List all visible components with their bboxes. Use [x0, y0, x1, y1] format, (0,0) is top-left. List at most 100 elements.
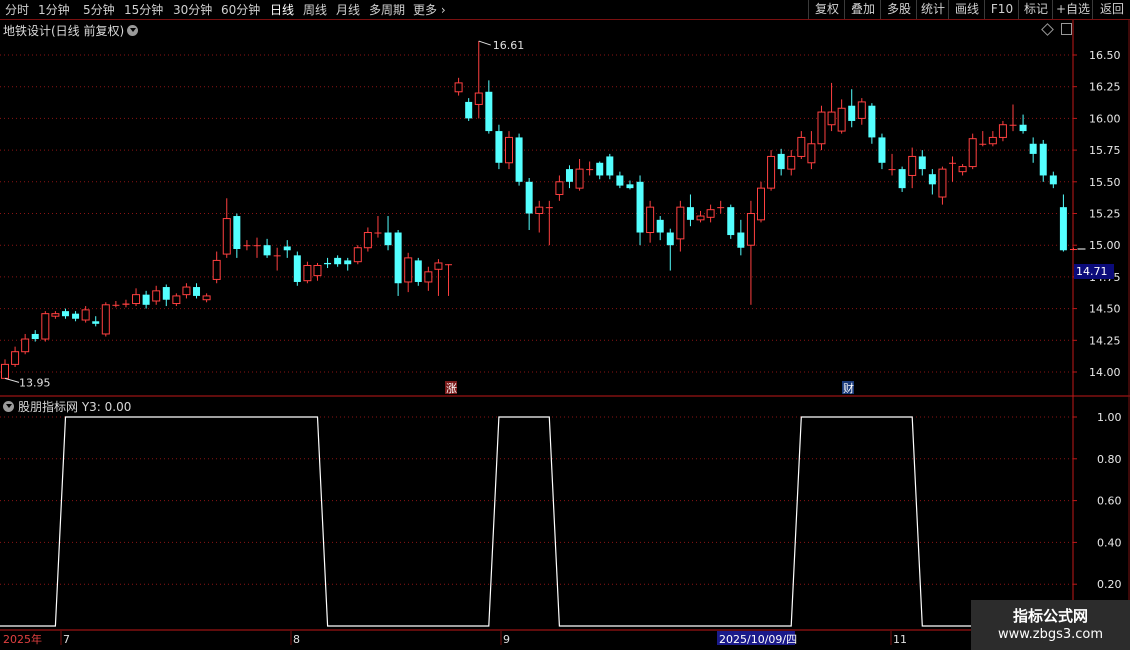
candle-body [434, 262, 443, 270]
candle [737, 219, 745, 256]
panel-toggle-icon[interactable] [1061, 23, 1072, 35]
candle-body [827, 111, 836, 126]
candle-body [797, 136, 806, 157]
candle [918, 150, 926, 176]
candle [122, 299, 130, 308]
candle [404, 252, 413, 293]
candle-body [616, 175, 624, 186]
candle [324, 257, 332, 269]
candle-body [273, 255, 281, 257]
candle-body [586, 169, 594, 171]
high-price-label: 16.61 [493, 39, 525, 52]
candle-body [122, 303, 130, 305]
candle [72, 311, 80, 322]
candle [434, 259, 443, 296]
candle-body [202, 295, 211, 301]
candle [11, 346, 20, 367]
candle-body [162, 287, 170, 300]
indicator-tick-label: 0.60 [1097, 495, 1122, 508]
date-month-label: 9 [503, 633, 510, 646]
price-tick-label: 14.50 [1089, 303, 1121, 316]
candle [998, 120, 1007, 142]
candle-body [344, 260, 352, 265]
candle-body [545, 207, 553, 209]
candle-body [505, 136, 513, 164]
candle-body [51, 313, 60, 317]
candle [353, 245, 362, 265]
date-cursor-label: 2025/10/09/四 [719, 633, 797, 646]
candle [1009, 104, 1017, 132]
price-tick-label: 14.25 [1089, 334, 1121, 347]
candle-body [807, 143, 816, 164]
candle [172, 293, 181, 307]
candle-body [21, 338, 30, 353]
date-month-label: 7 [63, 633, 70, 646]
candle [263, 238, 271, 258]
candle [545, 200, 553, 246]
event-marker-zhang-label: 涨 [446, 382, 457, 395]
candle [949, 156, 957, 182]
indicator-title[interactable]: 股朋指标网 Y3: 0.00 [3, 398, 131, 415]
candle-body [908, 155, 917, 176]
candle-body [1019, 124, 1027, 132]
indicator-tick-label: 0.20 [1097, 578, 1122, 591]
candle-body [152, 290, 161, 302]
candle-body [293, 255, 301, 282]
candle-body [817, 111, 826, 145]
candle [777, 148, 785, 176]
candle-body [172, 295, 181, 305]
dropdown-icon[interactable] [3, 401, 14, 412]
candle-body [334, 257, 342, 265]
candle [202, 293, 211, 303]
indicator-line-y3 [0, 416, 1072, 627]
candle-body [1039, 143, 1047, 176]
candle [363, 227, 372, 252]
candle [414, 257, 422, 286]
candle-body [857, 101, 866, 119]
candle [616, 171, 624, 189]
candle [666, 228, 674, 271]
chart-title[interactable]: 地铁设计(日线 前复权) [3, 22, 139, 39]
candle-body [1069, 249, 1077, 251]
candle-body [949, 162, 957, 164]
indicator-tick-label: 0.80 [1097, 453, 1122, 466]
candle-body [998, 124, 1007, 138]
indicator-value: Y3: 0.00 [81, 400, 132, 414]
candle-body [465, 101, 473, 119]
price-tick-label: 15.75 [1089, 144, 1121, 157]
chart-title-text: 地铁设计(日线 前复权) [3, 24, 125, 38]
candle [334, 255, 342, 267]
candle-body [263, 245, 271, 256]
kline-chart[interactable]: 16.5016.2516.0015.7515.5015.2515.0014.75… [0, 0, 1130, 650]
price-tick-label: 16.25 [1089, 81, 1121, 94]
candle [485, 80, 493, 134]
candle-body [353, 247, 362, 263]
candle-body [938, 168, 947, 198]
candle [575, 158, 584, 191]
candle-body [101, 304, 110, 335]
price-tick-label: 14.00 [1089, 366, 1121, 379]
candle [51, 311, 60, 319]
candle-body [454, 82, 463, 93]
candle [596, 161, 604, 180]
candle [445, 264, 453, 296]
candle [898, 166, 906, 192]
candle [132, 288, 141, 307]
candle-body [1, 363, 9, 379]
candle [757, 181, 765, 223]
candle [162, 284, 170, 307]
candle-body [837, 107, 846, 132]
candle-body [575, 168, 584, 189]
candle [253, 237, 261, 258]
candle [696, 210, 705, 223]
candle-body [394, 232, 402, 284]
candle-body [848, 105, 856, 121]
candle [142, 290, 150, 309]
candle [586, 161, 594, 176]
candle-body [1009, 124, 1017, 126]
candle [565, 165, 573, 189]
candle-body [767, 155, 776, 189]
dropdown-icon[interactable] [127, 25, 139, 36]
candle-body [666, 232, 674, 246]
candle [807, 131, 816, 170]
